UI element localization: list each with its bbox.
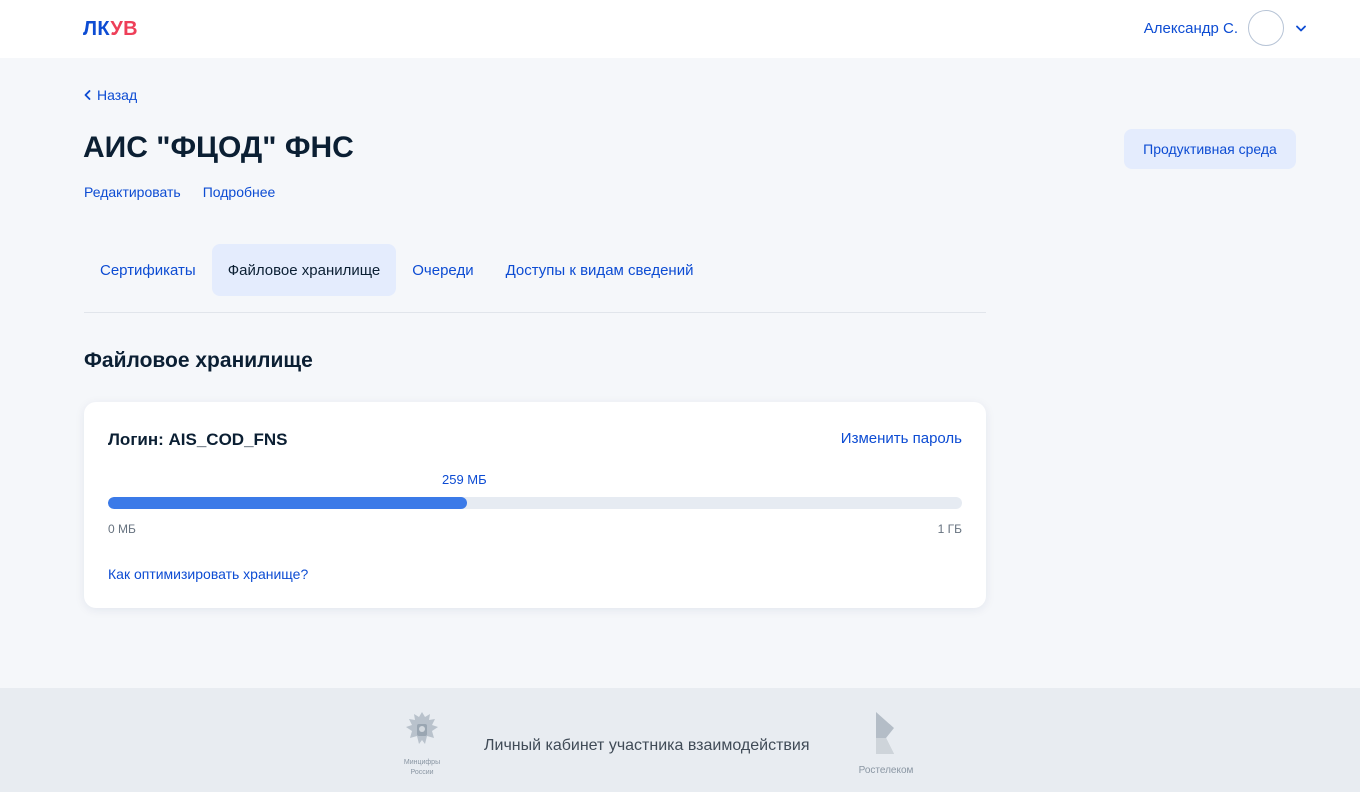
logo-part-2: УВ [110,18,138,40]
user-menu[interactable]: Александр С. [1144,10,1308,46]
login-label: Логин: AIS_COD_FNS [108,430,288,449]
page-title: АИС "ФЦОД" ФНС [83,131,354,164]
tab-queues[interactable]: Очереди [396,244,489,296]
ministry-caption-1: Минцифры [403,759,441,766]
change-password-link[interactable]: Изменить пароль [841,430,962,447]
user-name[interactable]: Александр С. [1144,20,1238,37]
tab-data-access[interactable]: Доступы к видам сведений [490,244,710,296]
rostelecom-caption: Ростелеком [858,765,914,776]
back-link[interactable]: Назад [84,87,137,103]
storage-progress-bar [108,497,962,509]
progress-min-label: 0 МБ [108,522,136,536]
edit-link[interactable]: Редактировать [84,184,181,200]
details-link[interactable]: Подробнее [203,184,276,200]
rostelecom-logo: Ростелеком [848,708,924,776]
top-header: ЛКУВ Александр С. [0,0,1360,58]
ministry-caption-2: России [410,769,434,776]
used-amount-label: 259 МБ [442,472,487,487]
rostelecom-icon [876,712,894,754]
optimize-storage-link[interactable]: Как оптимизировать хранище? [108,566,308,582]
back-label: Назад [97,87,138,103]
footer: Минцифры России Личный кабинет участника… [0,688,1360,792]
avatar[interactable] [1248,10,1284,46]
tab-file-storage[interactable]: Файловое хранилище [211,244,397,296]
tab-certificates[interactable]: Сертификаты [84,244,212,296]
tab-bar: Сертификаты Файловое хранилище Очереди Д… [84,244,986,313]
section-title: Файловое хранилище [84,349,313,372]
storage-card: Логин: AIS_COD_FNS Изменить пароль 259 М… [84,402,986,608]
progress-max-label: 1 ГБ [937,522,962,536]
footer-text: Личный кабинет участника взаимодействия [484,737,810,754]
coat-of-arms-icon [406,712,438,744]
storage-progress-fill [108,497,467,509]
title-actions: Редактировать Подробнее [84,184,275,200]
environment-badge: Продуктивная среда [1124,129,1296,169]
logo-part-1: ЛК [83,18,111,40]
chevron-down-icon[interactable] [1294,21,1308,35]
logo[interactable]: ЛКУВ [83,18,138,41]
chevron-left-icon [84,87,91,103]
ministry-logo: Минцифры России [392,708,452,776]
